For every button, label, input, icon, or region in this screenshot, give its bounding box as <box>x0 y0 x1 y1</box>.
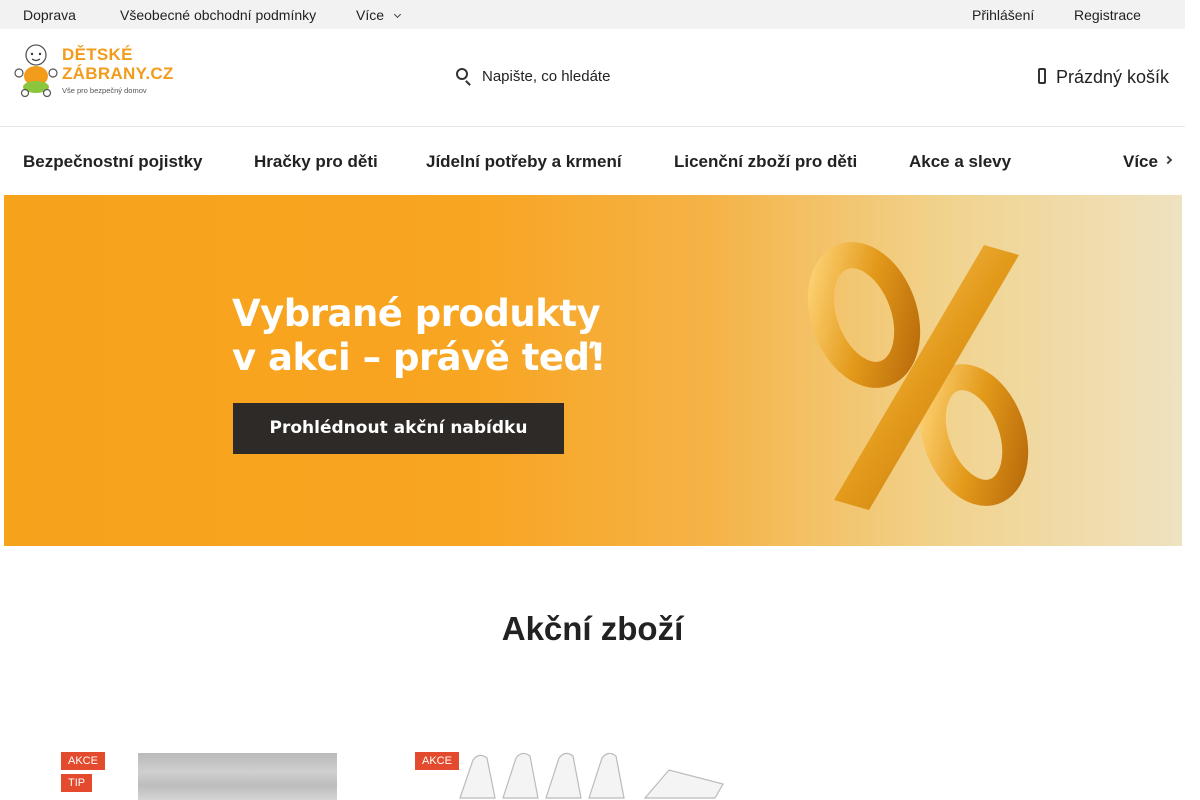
site-logo[interactable]: DĚTSKÉ ZÁBRANY.CZ Vše pro bezpečný domov <box>12 43 173 98</box>
topbar-link-doprava[interactable]: Doprava <box>23 7 76 23</box>
topbar-link-terms[interactable]: Všeobecné obchodní podmínky <box>120 7 316 23</box>
search-bar <box>452 62 712 92</box>
nav-item-more[interactable]: Více <box>1123 152 1158 172</box>
product-image[interactable] <box>138 753 337 800</box>
product-badge-sale: AKCE <box>61 752 105 770</box>
nav-item-toys[interactable]: Hračky pro děti <box>254 152 378 172</box>
nav-item-safety-locks[interactable]: Bezpečnostní pojistky <box>23 152 202 172</box>
section-title: Akční zboží <box>501 610 684 647</box>
register-link[interactable]: Registrace <box>1074 7 1141 23</box>
product-badge-tip: TIP <box>61 774 93 792</box>
topbar-link-more[interactable]: Více <box>356 7 384 23</box>
banner-cta-button[interactable]: Prohlédnout akční nabídku <box>233 403 564 454</box>
search-input[interactable] <box>482 65 702 87</box>
logo-tagline: Vše pro bezpečný domov <box>62 86 147 95</box>
nav-item-feeding[interactable]: Jídelní potřeby a krmení <box>426 152 622 172</box>
nav-item-sales[interactable]: Akce a slevy <box>909 152 1011 172</box>
promo-banner[interactable]: Vybrané produkty v akci – právě teď! Pro… <box>4 195 1182 546</box>
product-image[interactable] <box>455 750 730 800</box>
logo-line2: ZÁBRANY.CZ <box>62 64 174 83</box>
percent-icon <box>807 242 1029 510</box>
banner-headline-1: Vybrané produkty <box>232 292 601 335</box>
search-icon[interactable] <box>456 68 468 80</box>
nav-item-licensed[interactable]: Licenční zboží pro děti <box>674 152 857 172</box>
top-bar: Doprava Všeobecné obchodní podmínky Více… <box>0 0 1185 29</box>
cart-icon <box>1038 68 1046 84</box>
banner-headline-2: v akci – právě teď! <box>232 336 606 379</box>
chevron-down-icon <box>393 10 402 19</box>
product-badge-sale: AKCE <box>415 752 459 770</box>
chevron-right-icon <box>1163 155 1173 165</box>
cart-label: Prázdný košík <box>1056 67 1170 87</box>
logo-line1: DĚTSKÉ <box>62 45 133 64</box>
login-link[interactable]: Přihlášení <box>972 7 1034 23</box>
main-nav: Bezpečnostní pojistky Hračky pro děti Jí… <box>0 127 1185 194</box>
baby-mascot-icon <box>14 44 58 98</box>
